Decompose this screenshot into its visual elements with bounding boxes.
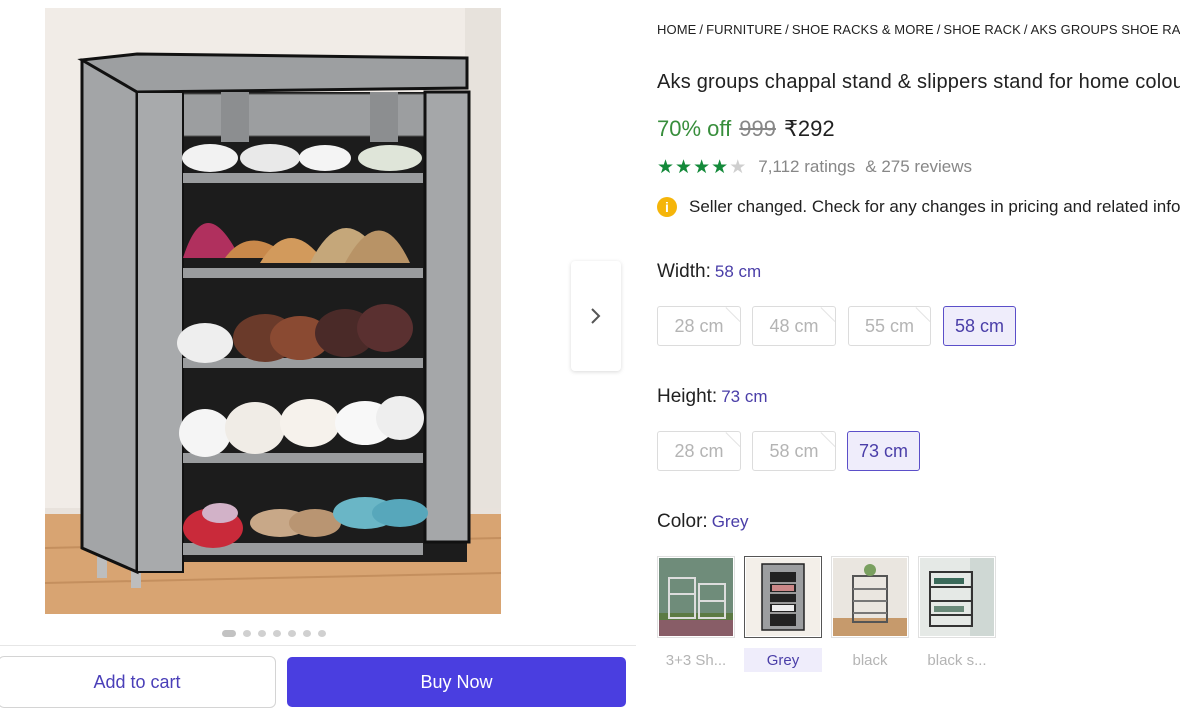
width-option-28[interactable]: 28 cm — [657, 306, 741, 346]
width-option-58-selected[interactable]: 58 cm — [943, 306, 1016, 346]
pager-dot[interactable] — [273, 630, 281, 637]
breadcrumb: HOME / FURNITURE / SHOE RACKS & MORE / SHOE RA… — [657, 22, 1180, 37]
swatch-image — [833, 558, 907, 636]
color-label: Color: Grey — [657, 511, 749, 532]
ratings-count: 7,112 ratings — [758, 157, 856, 176]
product-image[interactable] — [45, 8, 501, 614]
product-details: HOME / FURNITURE / SHOE RACKS & MORE / SHOE RA… — [657, 0, 1180, 715]
swatch-image — [659, 558, 733, 636]
width-label: Width: 58 cm — [657, 261, 762, 282]
divider — [0, 645, 636, 646]
pager-dot-active[interactable] — [222, 630, 236, 637]
rating-stars: ★ ★ ★ ★ ★ — [657, 158, 746, 177]
discount-percent: 70% off — [657, 116, 732, 141]
breadcrumb-furniture[interactable]: FURNITURE — [706, 22, 782, 37]
color-swatch-3-3-shoe-rack[interactable] — [657, 556, 735, 638]
swatch-image — [920, 558, 994, 636]
color-option-label-selected[interactable]: Grey — [744, 648, 822, 672]
color-selected-value: Grey — [711, 512, 749, 531]
add-to-cart-button[interactable]: Add to cart — [0, 656, 276, 708]
star-icon: ★ — [711, 156, 729, 178]
width-selected-value: 58 cm — [714, 262, 762, 281]
original-price: 999 — [739, 116, 776, 141]
product-gallery: Add to cart Buy Now — [0, 0, 636, 715]
color-option-label[interactable]: black — [831, 648, 909, 672]
reviews-count: & 275 reviews — [865, 157, 973, 176]
buy-now-button[interactable]: Buy Now — [287, 657, 626, 707]
height-selected-value: 73 cm — [721, 387, 768, 406]
breadcrumb-shoe-rack[interactable]: SHOE RACK — [943, 22, 1020, 37]
height-option-58[interactable]: 58 cm — [752, 431, 836, 471]
color-swatch-black-shoe-rack[interactable] — [918, 556, 996, 638]
price-row: 70% off 999 ₹292 — [657, 116, 835, 142]
selling-price: ₹292 — [783, 116, 835, 141]
width-option-48[interactable]: 48 cm — [752, 306, 836, 346]
seller-notice: i Seller changed. Check for any changes … — [657, 197, 1180, 217]
image-pager — [222, 630, 326, 637]
breadcrumb-aks-groups-shoe-rack[interactable]: AKS GROUPS SHOE RACK — [1031, 22, 1180, 37]
pager-dot[interactable] — [303, 630, 311, 637]
seller-notice-text: Seller changed. Check for any changes in… — [689, 197, 1180, 216]
next-image-button[interactable] — [571, 261, 621, 371]
width-option-55[interactable]: 55 cm — [848, 306, 931, 346]
height-option-28[interactable]: 28 cm — [657, 431, 741, 471]
pager-dot[interactable] — [288, 630, 296, 637]
info-icon: i — [657, 197, 677, 217]
pager-dot[interactable] — [318, 630, 326, 637]
star-icon: ★ — [657, 156, 675, 178]
color-swatch-black[interactable] — [831, 556, 909, 638]
star-empty-icon: ★ — [729, 156, 747, 178]
breadcrumb-home[interactable]: HOME — [657, 22, 696, 37]
breadcrumb-shoe-racks-more[interactable]: SHOE RACKS & MORE — [792, 22, 934, 37]
swatch-image — [746, 558, 820, 636]
product-title: Aks groups chappal stand & slippers stan… — [657, 71, 1180, 93]
color-option-label[interactable]: 3+3 Sh... — [657, 648, 735, 672]
pager-dot[interactable] — [258, 630, 266, 637]
star-icon: ★ — [675, 156, 693, 178]
star-icon: ★ — [693, 156, 711, 178]
color-option-label[interactable]: black s... — [918, 648, 996, 672]
pager-dot[interactable] — [243, 630, 251, 637]
height-label: Height: 73 cm — [657, 386, 768, 407]
height-option-73-selected[interactable]: 73 cm — [847, 431, 920, 471]
color-swatch-grey-selected[interactable] — [744, 556, 822, 638]
chevron-right-icon — [591, 308, 601, 324]
rating-row[interactable]: ★ ★ ★ ★ ★ 7,112 ratings & 275 reviews — [657, 157, 972, 177]
